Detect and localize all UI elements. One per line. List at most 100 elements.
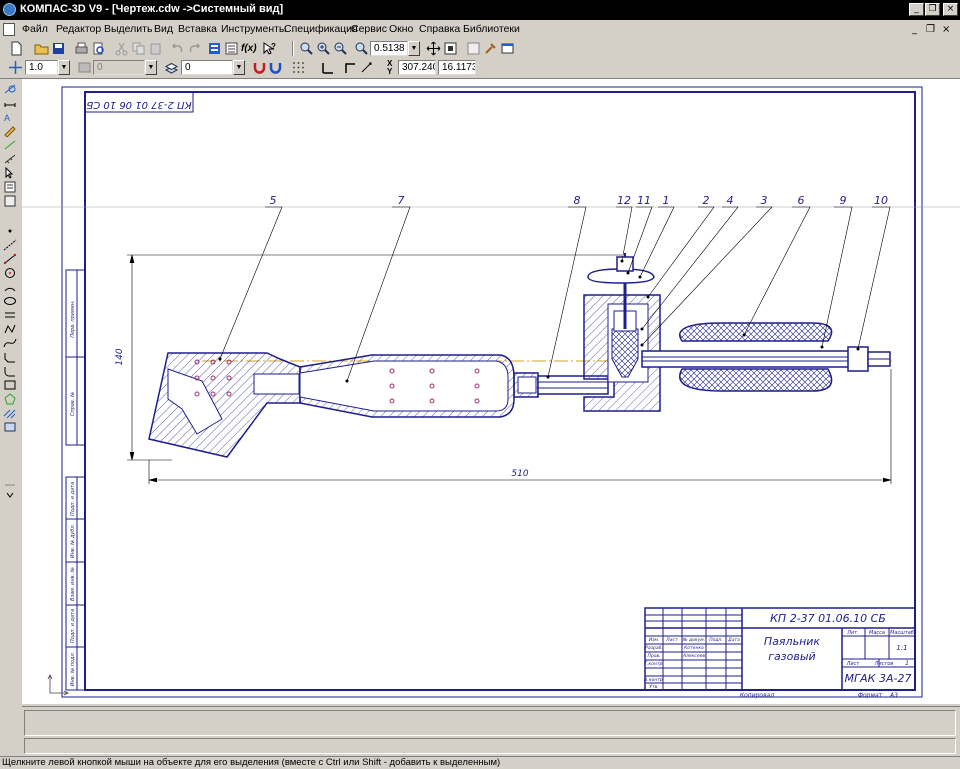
stamp-first-use: Перв. примен. [70, 300, 76, 338]
layer-icon[interactable] [164, 60, 179, 75]
collection-tool-icon[interactable] [3, 475, 17, 487]
local-cs-icon[interactable] [320, 60, 335, 75]
reports-tool-icon[interactable] [3, 195, 17, 207]
pan-move-icon[interactable] [426, 41, 441, 56]
function-fx-button[interactable]: f(x) [241, 41, 257, 56]
print-preview-icon[interactable] [91, 41, 106, 56]
menu-edit[interactable]: Редактор [56, 23, 101, 35]
refresh-view-icon[interactable] [466, 41, 481, 56]
local-snap-icon[interactable] [268, 60, 283, 75]
coord-x-field[interactable]: 307.240 [398, 60, 436, 75]
zoom-scale-icon[interactable] [354, 41, 369, 56]
hatch-tool-icon[interactable] [3, 407, 17, 419]
menu-tools[interactable]: Инструменты [221, 23, 286, 35]
ellipse-tool-icon[interactable] [3, 295, 17, 307]
collapse-arrow-icon[interactable] [3, 489, 17, 501]
fillet-tool-icon[interactable] [3, 365, 17, 377]
aux-line-tool-icon[interactable] [3, 239, 17, 251]
contour-tool-icon[interactable] [3, 421, 17, 433]
title-block-developer-label: Разраб. [645, 645, 663, 651]
annotation-tool-icon[interactable]: A [3, 111, 17, 123]
round-coords-icon[interactable] [360, 60, 375, 75]
menu-window[interactable]: Окно [389, 23, 413, 35]
step-cursor-icon[interactable] [8, 60, 23, 75]
title-block-ncontrol-label: Н.контр. [644, 677, 664, 683]
geometry-tool-icon[interactable] [3, 83, 17, 95]
kompas-app-icon[interactable] [3, 3, 16, 16]
redo-icon[interactable] [187, 41, 202, 56]
edit-tool-icon[interactable] [3, 125, 17, 137]
title-block-format-value: А3 [889, 692, 898, 699]
properties-panel-row[interactable] [24, 710, 956, 736]
properties-panel-row-2[interactable] [24, 738, 956, 754]
zoom-window-icon[interactable] [299, 41, 314, 56]
polygon-tool-icon[interactable] [3, 393, 17, 405]
rectangle-tool-icon[interactable] [3, 379, 17, 391]
arc-tool-icon[interactable] [3, 281, 17, 293]
menu-insert[interactable]: Вставка [178, 23, 217, 35]
current-layer-field[interactable]: 0 [181, 60, 233, 75]
spec-tool-icon[interactable] [3, 181, 17, 193]
layer-style-icon[interactable] [77, 60, 92, 75]
menu-help[interactable]: Справка [419, 23, 460, 35]
bezier-tool-icon[interactable] [3, 337, 17, 349]
current-layer-dropdown[interactable]: ▼ [233, 60, 245, 75]
title-block-sign-label: Подп. [709, 637, 723, 643]
snap-magnet-icon[interactable] [252, 60, 267, 75]
point-tool-icon[interactable] [3, 225, 17, 237]
zoom-scale-field[interactable]: 0.5138 [370, 41, 408, 56]
undo-icon[interactable] [170, 41, 185, 56]
mdi-close-button[interactable]: × [942, 24, 950, 35]
document-icon[interactable] [3, 23, 15, 36]
zoom-in-icon[interactable] [316, 41, 331, 56]
menu-service[interactable]: Сервис [351, 23, 387, 35]
coord-y-field[interactable]: 16.1173 [438, 60, 476, 75]
paste-icon[interactable] [148, 41, 163, 56]
open-folder-icon[interactable] [34, 41, 49, 56]
menu-libraries[interactable]: Библиотеки [463, 23, 520, 35]
cursor-step-field[interactable]: 1.0 [25, 60, 58, 75]
polyline-tool-icon[interactable] [3, 323, 17, 335]
mdi-restore-button[interactable]: ❐ [926, 24, 935, 35]
save-disk-icon[interactable] [51, 41, 66, 56]
chamfer-tool-icon[interactable] [3, 351, 17, 363]
drawing-canvas[interactable]: КП 2-37 01 06 10 СБ Перв. примен. Справ.… [22, 79, 960, 704]
circle-tool-icon[interactable] [3, 267, 17, 279]
equidistant-tool-icon[interactable] [3, 309, 17, 321]
close-button[interactable]: × [943, 3, 958, 16]
show-all-icon[interactable] [443, 41, 458, 56]
segment-tool-icon[interactable] [3, 253, 17, 265]
ortho-mode-icon[interactable] [343, 60, 358, 75]
variables-icon[interactable] [224, 41, 239, 56]
cut-icon[interactable] [114, 41, 129, 56]
parametrization-tool-icon[interactable] [3, 139, 17, 151]
print-icon[interactable] [74, 41, 89, 56]
zoom-scale-dropdown[interactable]: ▼ [408, 41, 420, 56]
menu-file[interactable]: Файл [22, 23, 48, 35]
layer-style-field[interactable]: 0 [93, 60, 145, 75]
dimensions-tool-icon[interactable] [3, 97, 17, 109]
coord-y-label: Y [387, 67, 393, 76]
minimize-button[interactable]: _ [909, 3, 924, 16]
zoom-out-icon[interactable] [333, 41, 348, 56]
menu-select[interactable]: Выделить [104, 23, 152, 35]
measure-tool-icon[interactable] [3, 153, 17, 165]
help-pointer-icon[interactable]: ? [262, 41, 277, 56]
part-end-nozzle [847, 346, 891, 372]
new-document-icon[interactable] [9, 41, 24, 56]
restore-button[interactable]: ❐ [925, 3, 940, 16]
select-tool-icon[interactable] [3, 167, 17, 179]
cursor-step-dropdown[interactable]: ▼ [58, 60, 70, 75]
menu-specification[interactable]: Спецификация [284, 23, 358, 35]
part-number-10: 10 [874, 194, 888, 207]
manager-icon[interactable] [207, 41, 222, 56]
layer-style-dropdown[interactable]: ▼ [145, 60, 157, 75]
copy-icon[interactable] [131, 41, 146, 56]
title-block-scale-label: Масштаб [890, 630, 914, 636]
display-mode-icon[interactable] [500, 41, 515, 56]
mdi-minimize-button[interactable]: _ [912, 24, 917, 35]
menu-view[interactable]: Вид [154, 23, 173, 35]
properties-tool-icon[interactable] [483, 41, 498, 56]
grid-icon[interactable] [291, 60, 306, 75]
stamp-orig-inv: Инв. № подл. [70, 652, 76, 687]
